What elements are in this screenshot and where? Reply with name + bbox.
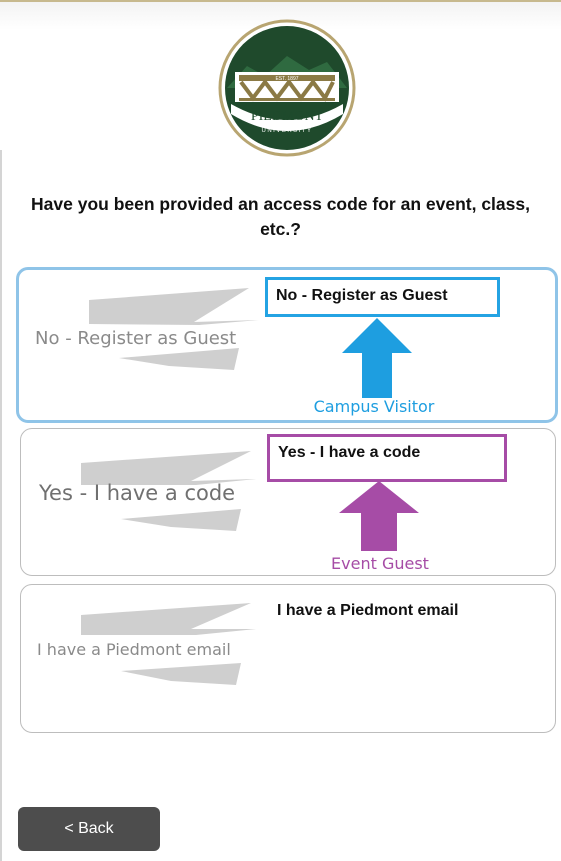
back-button[interactable]: < Back — [18, 807, 160, 851]
option-piedmont-email[interactable]: I have a Piedmont email I have a Piedmon… — [20, 584, 556, 733]
option-graphic-label: No - Register as Guest — [35, 328, 237, 349]
option-title: I have a Piedmont email — [277, 602, 459, 619]
option-title-callout: Yes - I have a code — [267, 434, 507, 482]
option-graphic-label: Yes - I have a code — [39, 481, 236, 505]
logo-sub-text: UNIVERSITY — [261, 128, 312, 134]
option-title-callout: No - Register as Guest — [265, 277, 500, 317]
header-rule — [0, 0, 561, 2]
piedmont-university-logo: EST. 1897 PIEDMONT UNIVERSITY — [218, 19, 356, 157]
campus-visitor-annotation: Campus Visitor — [313, 397, 435, 416]
arrow-up-icon — [339, 481, 419, 551]
option-have-a-code[interactable]: Yes - I have a code Yes - I have a code … — [20, 428, 556, 576]
arrow-up-icon — [342, 318, 412, 398]
option-register-as-guest[interactable]: No - Register as Guest No - Register as … — [16, 267, 558, 423]
option-graphic-label: I have a Piedmont email — [37, 640, 231, 659]
logo-est-text: EST. 1897 — [275, 76, 298, 82]
logo-name-text: PIEDMONT — [251, 109, 324, 124]
page-title: Have you been provided an access code fo… — [31, 194, 530, 239]
option-graphic — [89, 288, 259, 370]
page-left-edge — [0, 150, 2, 861]
event-guest-annotation: Event Guest — [331, 554, 429, 573]
